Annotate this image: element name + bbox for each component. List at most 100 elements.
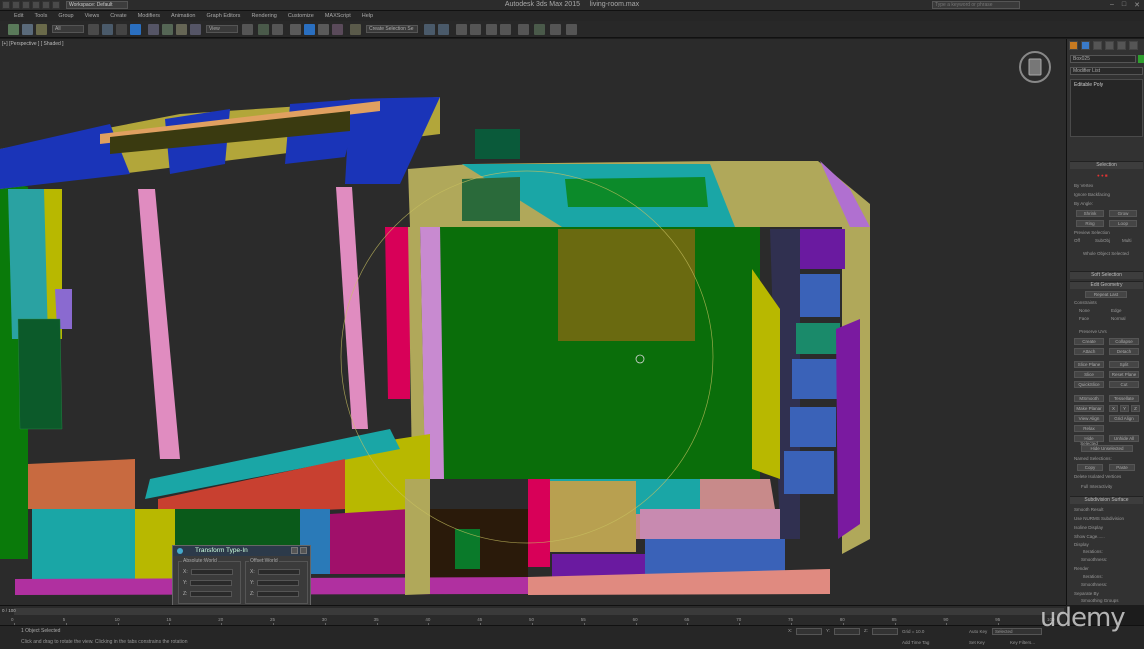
named-selection-dropdown[interactable]: Create Selection Se xyxy=(366,25,418,33)
motion-tab-icon[interactable] xyxy=(1105,41,1114,50)
grid-align-button[interactable]: Grid Align xyxy=(1109,415,1139,422)
constraint-edge-radio[interactable]: Edge xyxy=(1111,308,1122,313)
show-cage-check[interactable]: Show Cage...... xyxy=(1074,534,1105,539)
quickslice-button[interactable]: QuickSlice xyxy=(1074,381,1104,388)
menu-rendering[interactable]: Rendering xyxy=(251,13,276,19)
slice-plane-button[interactable]: Slice Plane xyxy=(1074,361,1104,368)
preview-off-radio[interactable]: Off xyxy=(1074,238,1080,243)
menu-animation[interactable]: Animation xyxy=(171,13,195,19)
create-tab-icon[interactable] xyxy=(1069,41,1078,50)
maximize-icon[interactable]: □ xyxy=(1122,1,1126,9)
modifier-stack[interactable]: Editable Poly xyxy=(1070,79,1143,137)
perspective-viewport[interactable]: [+] [Perspective ] [ Shaded ] Transform … xyxy=(0,39,1066,605)
layer-manager-icon[interactable] xyxy=(456,24,467,35)
use-nurms-check[interactable]: Use NURMS Subdivision xyxy=(1074,516,1124,521)
scene-geometry[interactable] xyxy=(0,39,1066,605)
preview-multi-radio[interactable]: Multi xyxy=(1122,238,1132,243)
schematic-view-icon[interactable] xyxy=(500,24,511,35)
grow-button[interactable]: Grow xyxy=(1109,210,1137,217)
keyboard-shortcut-icon[interactable] xyxy=(272,24,283,35)
utilities-tab-icon[interactable] xyxy=(1129,41,1138,50)
viewcube-icon[interactable] xyxy=(1018,50,1052,84)
rendered-frame-window-icon[interactable] xyxy=(550,24,561,35)
graphite-toggle-icon[interactable] xyxy=(470,24,481,35)
constraint-face-radio[interactable]: Face xyxy=(1079,316,1089,321)
ignore-backfacing-check[interactable]: Ignore Backfacing xyxy=(1074,192,1110,197)
select-place-icon[interactable] xyxy=(190,24,201,35)
display-smoothness[interactable]: Smoothness: xyxy=(1081,557,1107,562)
full-interactivity-check[interactable]: Full Interactivity xyxy=(1081,484,1112,489)
menu-help[interactable]: Help xyxy=(362,13,373,19)
material-editor-icon[interactable] xyxy=(518,24,529,35)
manipulate-icon[interactable] xyxy=(258,24,269,35)
repeat-last-button[interactable]: Repeat Last xyxy=(1085,291,1127,298)
dialog-close-icon[interactable] xyxy=(300,547,307,554)
menu-create[interactable]: Create xyxy=(110,13,127,19)
preview-subobj-radio[interactable]: SubObj xyxy=(1095,238,1110,243)
constraint-normal-radio[interactable]: Normal xyxy=(1111,316,1126,321)
scale-icon[interactable] xyxy=(176,24,187,35)
create-button[interactable]: Create xyxy=(1074,338,1104,345)
minimize-icon[interactable]: – xyxy=(1110,1,1114,9)
menu-modifiers[interactable]: Modifiers xyxy=(138,13,160,19)
x-coord-field[interactable] xyxy=(796,628,822,635)
soft-selection-rollout[interactable]: Soft Selection xyxy=(1070,271,1143,279)
ring-button[interactable]: Ring xyxy=(1076,220,1104,227)
view-align-button[interactable]: View Align xyxy=(1074,415,1104,422)
percent-snap-icon[interactable] xyxy=(318,24,329,35)
menu-graph-editors[interactable]: Graph Editors xyxy=(207,13,241,19)
menu-views[interactable]: Views xyxy=(85,13,100,19)
align-icon[interactable] xyxy=(438,24,449,35)
by-angle-check[interactable]: By Angle: xyxy=(1074,201,1093,206)
abs-z-field[interactable] xyxy=(190,590,233,597)
shrink-button[interactable]: Shrink xyxy=(1076,210,1104,217)
set-key-button[interactable]: Set Key xyxy=(969,640,985,645)
constraint-none-radio[interactable]: None xyxy=(1079,308,1090,313)
menu-maxscript[interactable]: MAXScript xyxy=(325,13,351,19)
select-object-icon[interactable] xyxy=(88,24,99,35)
menu-group[interactable]: Group xyxy=(58,13,73,19)
menu-edit[interactable]: Edit xyxy=(14,13,23,19)
time-slider[interactable] xyxy=(14,608,1064,615)
hierarchy-tab-icon[interactable] xyxy=(1093,41,1102,50)
slice-button[interactable]: Slice xyxy=(1074,371,1104,378)
mirror-icon[interactable] xyxy=(424,24,435,35)
hide-selected-button[interactable]: Hide Selected xyxy=(1074,435,1104,446)
off-x-field[interactable] xyxy=(257,568,300,575)
off-y-field[interactable] xyxy=(257,579,300,586)
split-check[interactable]: Split xyxy=(1109,361,1139,368)
z-coord-field[interactable] xyxy=(872,628,898,635)
pivot-center-icon[interactable] xyxy=(242,24,253,35)
move-icon[interactable] xyxy=(148,24,159,35)
off-z-field[interactable] xyxy=(257,590,300,597)
edit-geometry-rollout[interactable]: Edit Geometry xyxy=(1070,281,1143,289)
y-coord-field[interactable] xyxy=(834,628,860,635)
menu-tools[interactable]: Tools xyxy=(34,13,47,19)
isoline-display-check[interactable]: Isoline Display xyxy=(1074,525,1103,530)
cut-button[interactable]: Cut xyxy=(1109,381,1139,388)
paste-button[interactable]: Paste xyxy=(1109,464,1135,471)
planar-y-button[interactable]: Y xyxy=(1120,405,1129,412)
detach-button[interactable]: Detach xyxy=(1109,348,1139,355)
render-setup-icon[interactable] xyxy=(534,24,545,35)
window-crossing-icon[interactable] xyxy=(130,24,141,35)
keyword-search-input[interactable] xyxy=(932,1,1020,9)
loop-button[interactable]: Loop xyxy=(1109,220,1137,227)
by-vertex-check[interactable]: By Vertex xyxy=(1074,183,1093,188)
time-slider-label[interactable]: 0 / 100 xyxy=(2,608,16,613)
viewport-label[interactable]: [+] [Perspective ] [ Shaded ] xyxy=(2,41,64,47)
abs-x-field[interactable] xyxy=(190,568,233,575)
spinner-snap-icon[interactable] xyxy=(332,24,343,35)
edit-named-selection-icon[interactable] xyxy=(350,24,361,35)
smooth-result-check[interactable]: Smooth Result xyxy=(1074,507,1104,512)
select-link-icon[interactable] xyxy=(8,24,19,35)
key-mode-dropdown[interactable]: Selected xyxy=(992,628,1042,635)
unhide-all-button[interactable]: Unhide All xyxy=(1109,435,1139,442)
key-filters-button[interactable]: Key Filters... xyxy=(1010,640,1035,645)
dialog-title-bar[interactable]: Transform Type-In xyxy=(173,546,310,556)
collapse-button[interactable]: Collapse xyxy=(1109,338,1139,345)
render-smoothness[interactable]: Smoothness: xyxy=(1081,582,1107,587)
object-color-swatch[interactable] xyxy=(1138,55,1144,63)
preserve-uvs-check[interactable]: Preserve UVs xyxy=(1079,329,1107,334)
attach-button[interactable]: Attach xyxy=(1074,348,1104,355)
